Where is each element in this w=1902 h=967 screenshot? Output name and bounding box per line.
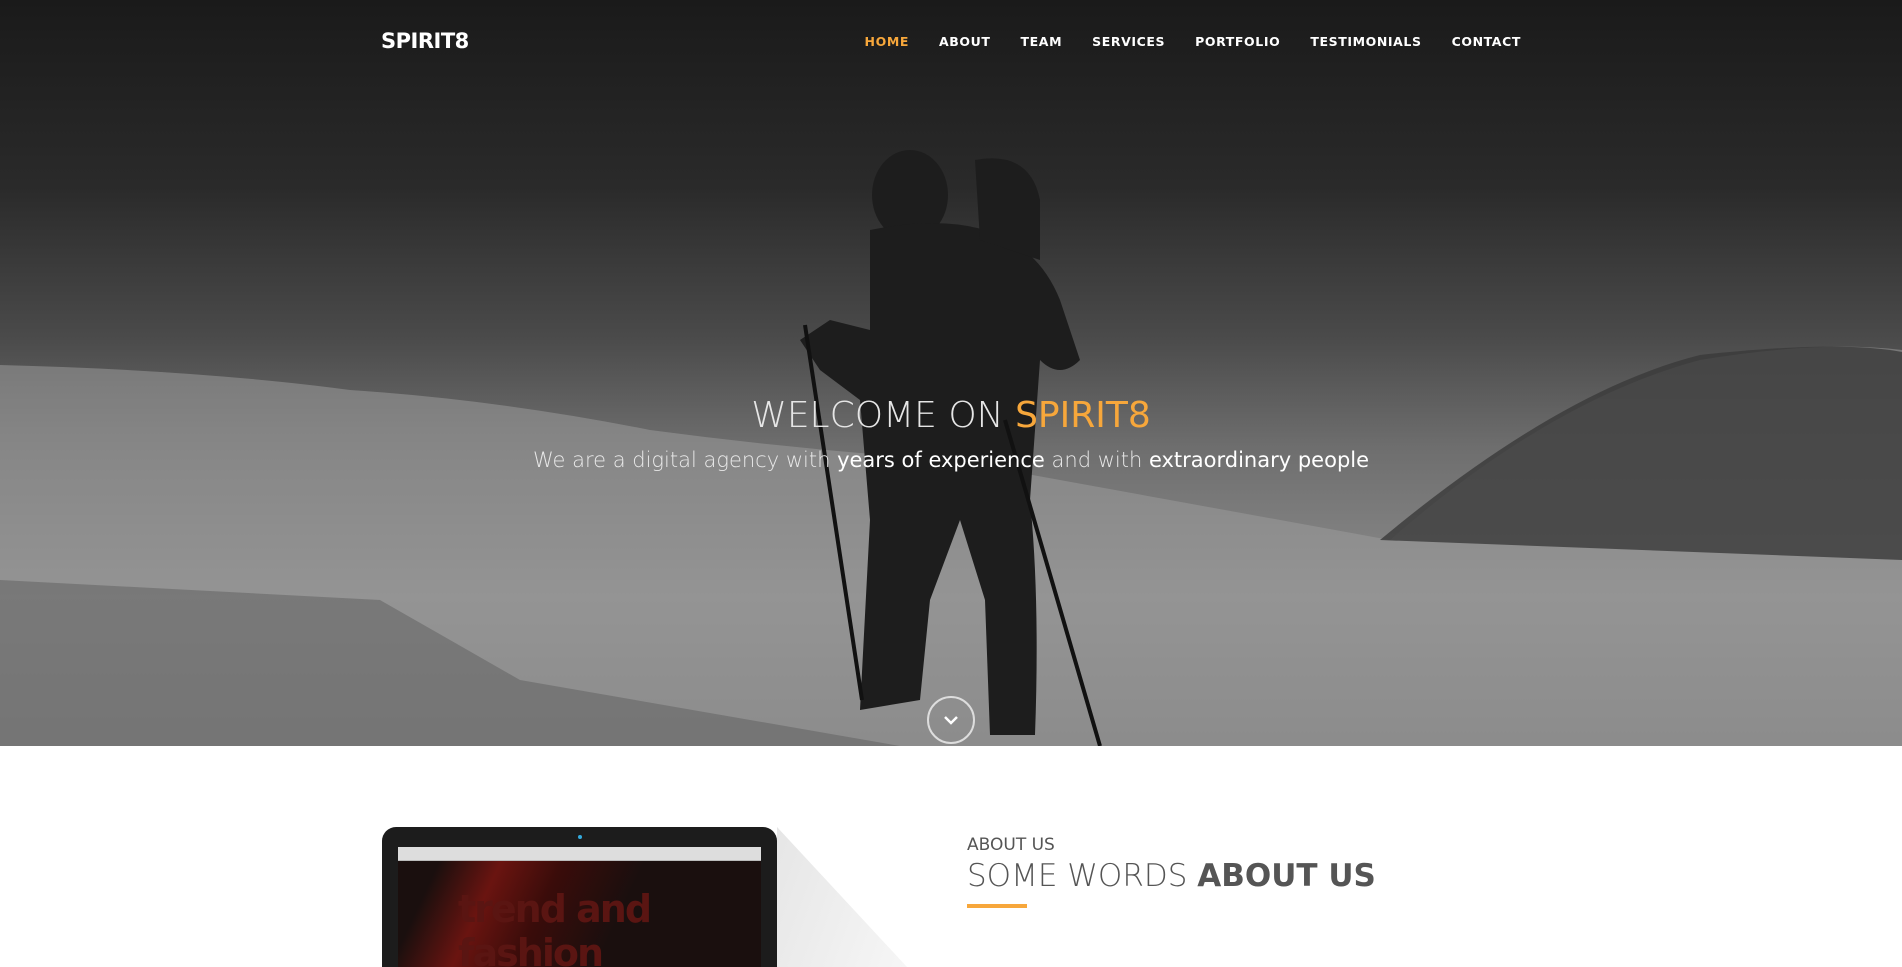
nav-item-testimonials[interactable]: TESTIMONIALS [1310, 34, 1421, 49]
subtitle-part: We are a digital agency with [532, 448, 838, 472]
hero-subtitle: We are a digital agency with years of ex… [0, 448, 1902, 472]
laptop-shadow [777, 827, 907, 967]
laptop-screen: trend and fashion [398, 847, 761, 967]
browser-bar [398, 847, 761, 861]
laptop-image: trend and fashion [382, 827, 777, 967]
scroll-down-button[interactable] [927, 696, 975, 744]
hero-title-highlight: SPIRIT8 [1015, 395, 1151, 436]
hero-background-image [0, 150, 1902, 746]
nav-item-about[interactable]: ABOUT [939, 34, 991, 49]
about-heading: SOME WORDS ABOUT US [967, 858, 1376, 894]
navbar: SPIRIT8 HOME ABOUT TEAM SERVICES PORTFOL… [0, 0, 1902, 84]
hero-title: WELCOME ON SPIRIT8 [0, 395, 1902, 436]
screen-text: trend and fashion [458, 887, 652, 967]
about-section: trend and fashion [0, 746, 1902, 967]
logo[interactable]: SPIRIT8 [381, 29, 469, 53]
accent-divider [967, 904, 1027, 908]
subtitle-part: and with [1044, 448, 1149, 472]
about-eyebrow: ABOUT US [967, 835, 1055, 855]
subtitle-bold: extraordinary people [1148, 448, 1370, 472]
heading-bold: ABOUT US [1197, 858, 1376, 894]
chevron-down-icon [944, 716, 958, 725]
nav-item-contact[interactable]: CONTACT [1452, 34, 1521, 49]
hero-title-prefix: WELCOME ON [751, 395, 1016, 436]
nav-item-services[interactable]: SERVICES [1092, 34, 1165, 49]
nav-item-team[interactable]: TEAM [1021, 34, 1063, 49]
heading-light: SOME WORDS [967, 858, 1198, 894]
subtitle-bold: years of experience [837, 448, 1045, 472]
nav-item-portfolio[interactable]: PORTFOLIO [1195, 34, 1280, 49]
nav-item-home[interactable]: HOME [865, 34, 909, 49]
camera-dot [578, 835, 582, 839]
hero-section: SPIRIT8 HOME ABOUT TEAM SERVICES PORTFOL… [0, 0, 1902, 746]
nav-menu: HOME ABOUT TEAM SERVICES PORTFOLIO TESTI… [865, 34, 1521, 49]
